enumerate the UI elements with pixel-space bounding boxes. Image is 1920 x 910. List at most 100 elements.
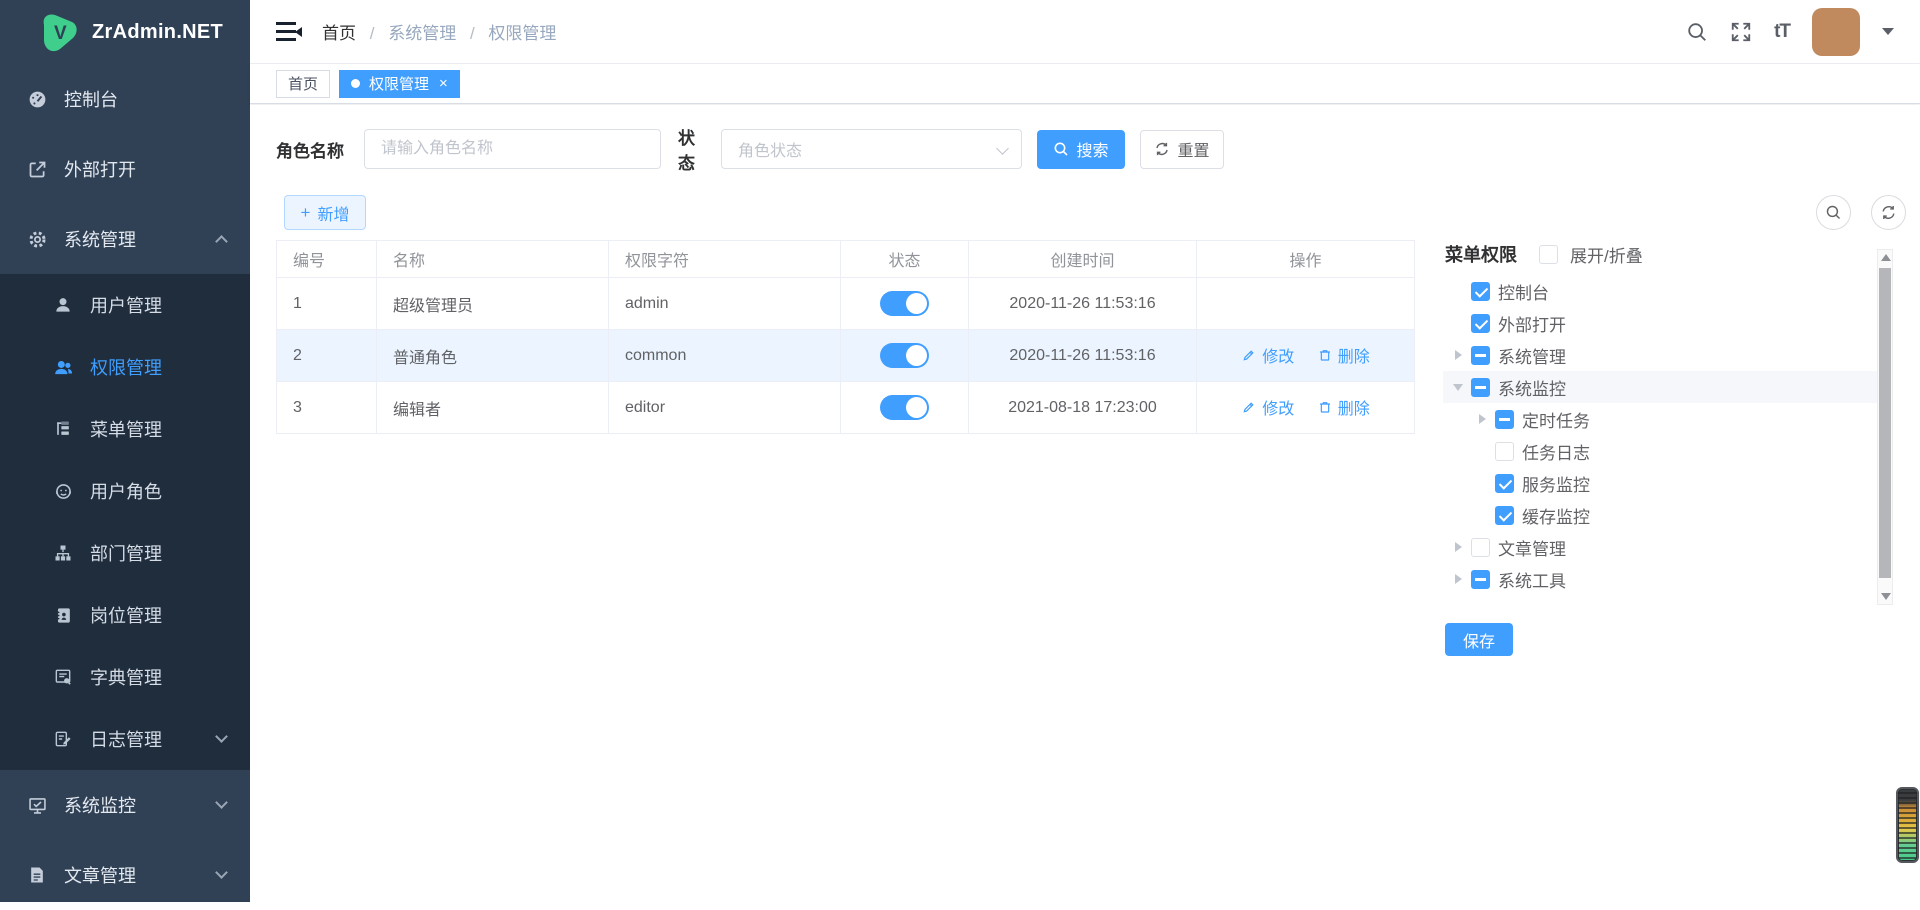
status-toggle[interactable] (880, 343, 929, 368)
breadcrumb-separator: / (370, 24, 375, 43)
sidebar-item-user-mgmt[interactable]: 用户管理 (0, 274, 250, 336)
tab-close-icon[interactable]: × (439, 76, 448, 91)
sidebar-item-dict-mgmt[interactable]: 字典管理 (0, 646, 250, 708)
chevron-up-icon (215, 235, 228, 248)
scroll-up-arrow[interactable] (1881, 254, 1891, 261)
edit-link[interactable]: 修改 (1241, 343, 1294, 367)
sidebar-item-post-mgmt[interactable]: 岗位管理 (0, 584, 250, 646)
tree-node[interactable]: 控制台 (1443, 275, 1877, 307)
sidebar-collapse-button[interactable] (276, 21, 302, 43)
tree-node[interactable]: 缓存监控 (1443, 499, 1877, 531)
caret-right-icon[interactable] (1453, 350, 1463, 360)
checkbox-checked[interactable] (1495, 506, 1514, 525)
sidebar-item-label: 部门管理 (90, 540, 162, 566)
tab-permission-mgmt[interactable]: 权限管理 × (339, 70, 460, 98)
active-dot-icon (351, 79, 360, 88)
search-icon[interactable] (1686, 21, 1708, 43)
app-logo: V ZrAdmin.NET (0, 0, 250, 64)
tree-node[interactable]: 定时任务 (1443, 403, 1877, 435)
status-toggle[interactable] (880, 395, 929, 420)
delete-link[interactable]: 删除 (1317, 343, 1370, 367)
tree-node[interactable]: 服务监控 (1443, 467, 1877, 499)
plus-icon: + (301, 203, 311, 223)
show-search-button[interactable] (1816, 195, 1851, 230)
sidebar-item-permission-mgmt[interactable]: 权限管理 (0, 336, 250, 398)
breadcrumb-home[interactable]: 首页 (322, 24, 356, 43)
checkbox-unchecked[interactable] (1471, 538, 1490, 557)
app-title: ZrAdmin.NET (92, 21, 223, 44)
sidebar-item-dashboard[interactable]: 控制台 (0, 64, 250, 134)
caret-right-icon[interactable] (1453, 542, 1463, 552)
checkbox-checked[interactable] (1495, 474, 1514, 493)
checkbox-indeterminate[interactable] (1471, 570, 1490, 589)
tree-node[interactable]: 系统工具 (1443, 563, 1877, 595)
cell-actions: 修改 删除 (1197, 330, 1415, 382)
sidebar: V ZrAdmin.NET 控制台 外部打开 系统管理 (0, 0, 250, 902)
checkbox-indeterminate[interactable] (1471, 346, 1490, 365)
delete-link[interactable]: 删除 (1317, 395, 1370, 419)
checkbox-unchecked[interactable] (1495, 442, 1514, 461)
cell-actions: 修改 删除 (1197, 382, 1415, 434)
svg-text:V: V (54, 23, 67, 44)
roles-table: 编号 名称 权限字符 状态 创建时间 操作 1 超级管理员 admin 2020… (276, 240, 1415, 434)
caret-right-icon[interactable] (1453, 574, 1463, 584)
save-button[interactable]: 保存 (1445, 623, 1513, 656)
sidebar-item-label: 外部打开 (64, 156, 136, 182)
cell-id: 1 (277, 278, 377, 330)
sidebar-item-system-mgmt[interactable]: 系统管理 (0, 204, 250, 274)
tree-node[interactable]: 外部打开 (1443, 307, 1877, 339)
sidebar-item-article-mgmt[interactable]: 文章管理 (0, 840, 250, 910)
magnifier-icon (1053, 141, 1069, 157)
caret-placeholder (1477, 510, 1487, 520)
sidebar-item-label: 日志管理 (90, 726, 162, 752)
checkbox-checked[interactable] (1471, 282, 1490, 301)
refresh-table-button[interactable] (1871, 195, 1906, 230)
status-select[interactable]: 角色状态 (721, 129, 1022, 169)
sidebar-item-menu-mgmt[interactable]: 菜单管理 (0, 398, 250, 460)
sidebar-item-label: 控制台 (64, 86, 118, 112)
fullscreen-icon[interactable] (1730, 21, 1752, 43)
tree-scrollbar[interactable] (1877, 249, 1893, 605)
search-button-label: 搜索 (1076, 137, 1108, 161)
tab-home[interactable]: 首页 (276, 70, 330, 98)
scroll-down-arrow[interactable] (1881, 593, 1891, 600)
reset-button[interactable]: 重置 (1140, 130, 1224, 169)
avatar[interactable] (1812, 8, 1860, 56)
breadcrumb-system-mgmt[interactable]: 系统管理 (388, 24, 456, 43)
edit-link[interactable]: 修改 (1241, 395, 1294, 419)
caret-down-icon[interactable] (1453, 382, 1463, 392)
sidebar-item-log-mgmt[interactable]: 日志管理 (0, 708, 250, 770)
tree-node[interactable]: 任务日志 (1443, 435, 1877, 467)
expand-collapse-checkbox[interactable] (1539, 245, 1558, 264)
cell-created: 2021-08-18 17:23:00 (969, 382, 1197, 434)
status-toggle[interactable] (880, 291, 929, 316)
status-select-placeholder: 角色状态 (738, 137, 802, 161)
edge-meter-widget[interactable] (1896, 787, 1919, 863)
badge-book-icon (52, 604, 74, 626)
checkbox-indeterminate[interactable] (1471, 378, 1490, 397)
scrollbar-thumb[interactable] (1879, 268, 1891, 578)
caret-right-icon[interactable] (1477, 414, 1487, 424)
expand-collapse-label: 展开/折叠 (1570, 242, 1643, 267)
tree-node[interactable]: 文章管理 (1443, 531, 1877, 563)
status-label: 状态 (678, 124, 695, 174)
column-header-created: 创建时间 (969, 241, 1197, 278)
checkbox-checked[interactable] (1471, 314, 1490, 333)
search-button[interactable]: 搜索 (1037, 130, 1125, 169)
font-size-icon[interactable]: tT (1774, 21, 1790, 43)
user-icon (52, 294, 74, 316)
role-name-input[interactable] (364, 129, 661, 169)
sidebar-item-user-role[interactable]: 用户角色 (0, 460, 250, 522)
sidebar-item-external[interactable]: 外部打开 (0, 134, 250, 204)
cell-id: 3 (277, 382, 377, 434)
tree-node[interactable]: 系统监控 (1443, 371, 1877, 403)
checkbox-indeterminate[interactable] (1495, 410, 1514, 429)
sidebar-item-dept-mgmt[interactable]: 部门管理 (0, 522, 250, 584)
add-button[interactable]: + 新增 (284, 195, 366, 230)
cell-name: 编辑者 (377, 382, 609, 434)
sidebar-item-system-monitor[interactable]: 系统监控 (0, 770, 250, 840)
tree-node[interactable]: 系统管理 (1443, 339, 1877, 371)
caret-down-icon[interactable] (1882, 28, 1894, 35)
dictionary-icon (52, 666, 74, 688)
cell-perm: editor (609, 382, 841, 434)
